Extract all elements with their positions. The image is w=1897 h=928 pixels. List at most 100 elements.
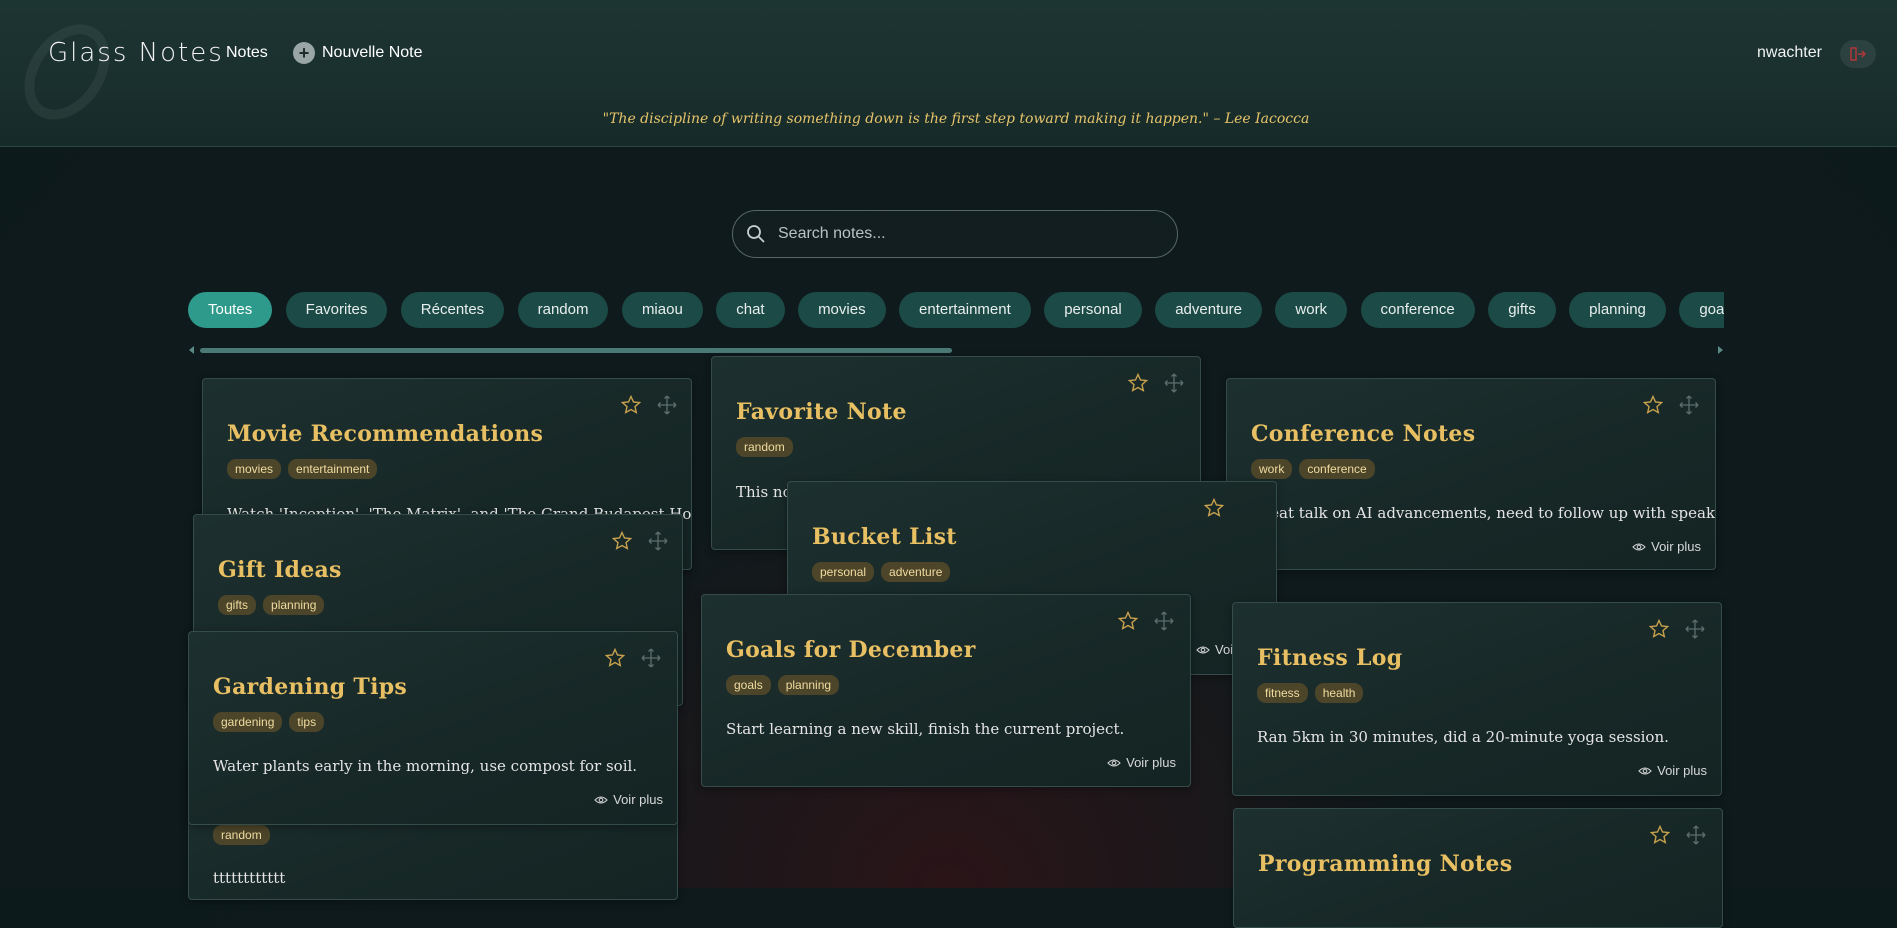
voir-plus-link[interactable]: Voir plus <box>1638 763 1707 778</box>
star-icon[interactable] <box>1204 498 1224 518</box>
filter-chip-random[interactable]: random <box>517 292 609 328</box>
note-card-gardening-tips[interactable]: Gardening Tips gardening tips Water plan… <box>188 631 678 825</box>
app-logo[interactable]: Glass Notes <box>48 38 224 68</box>
card-tags: random <box>213 825 270 845</box>
note-card-programming-notes[interactable]: Programming Notes <box>1233 808 1723 928</box>
filter-chip-conference[interactable]: conference <box>1360 292 1475 328</box>
tag[interactable]: gifts <box>218 595 257 615</box>
filter-chips: Toutes Favorites Récentes random miaou c… <box>188 292 1724 328</box>
drag-handle-icon[interactable] <box>1164 373 1184 393</box>
search-input[interactable] <box>776 224 1160 244</box>
card-body: Water plants early in the morning, use c… <box>213 757 638 775</box>
star-icon[interactable] <box>621 395 641 415</box>
tag[interactable]: work <box>1251 459 1293 479</box>
new-note-label: Nouvelle Note <box>322 44 423 61</box>
tag[interactable]: conference <box>1299 459 1375 479</box>
eye-icon <box>1196 645 1210 654</box>
filter-chip-movies[interactable]: movies <box>798 292 886 328</box>
star-icon[interactable] <box>1649 619 1669 639</box>
scroll-right-arrow[interactable] <box>1718 346 1723 354</box>
filter-chip-adventure[interactable]: adventure <box>1155 292 1262 328</box>
note-card-fitness-log[interactable]: Fitness Log fitness health Ran 5km in 30… <box>1232 602 1722 796</box>
tag[interactable]: random <box>736 437 793 457</box>
drag-handle-icon[interactable] <box>657 395 677 415</box>
tag[interactable]: tips <box>289 712 325 732</box>
voir-plus-link[interactable]: Voir plus <box>1632 539 1701 554</box>
note-card-conference-notes[interactable]: Conference Notes work conference Great t… <box>1226 378 1716 570</box>
drag-handle-icon[interactable] <box>648 531 668 551</box>
card-title: Favorite Note <box>736 399 907 425</box>
new-note-button[interactable]: + Nouvelle Note <box>293 42 423 64</box>
card-title: Gift Ideas <box>218 557 342 583</box>
tag[interactable]: adventure <box>881 562 951 582</box>
filter-chip-toutes[interactable]: Toutes <box>188 292 273 328</box>
plus-icon: + <box>293 42 315 64</box>
card-body: Start learning a new skill, finish the c… <box>726 720 1125 738</box>
star-icon[interactable] <box>1118 611 1138 631</box>
card-body: Great talk on AI advancements, need to f… <box>1251 504 1716 522</box>
card-title: Goals for December <box>726 637 976 663</box>
card-tags: work conference <box>1251 459 1375 479</box>
username: nwachter <box>1757 44 1822 61</box>
voir-plus-label: Voir plus <box>1657 763 1707 778</box>
star-icon[interactable] <box>1128 373 1148 393</box>
card-tags: goals planning <box>726 675 840 695</box>
card-title: Programming Notes <box>1258 851 1513 877</box>
logout-button[interactable] <box>1840 40 1876 68</box>
card-body: Ran 5km in 30 minutes, did a 20-minute y… <box>1257 728 1669 746</box>
drag-handle-icon[interactable] <box>1154 611 1174 631</box>
header-quote: "The discipline of writing something dow… <box>602 111 1310 127</box>
tag[interactable]: random <box>213 825 270 845</box>
filter-chip-chat[interactable]: chat <box>716 292 785 328</box>
voir-plus-link[interactable]: Voir plus <box>1107 755 1176 770</box>
tag[interactable]: personal <box>812 562 875 582</box>
tag[interactable]: planning <box>263 595 325 615</box>
filter-chip-planning[interactable]: planning <box>1569 292 1666 328</box>
eye-icon <box>1638 766 1652 775</box>
drag-handle-icon[interactable] <box>1686 825 1706 845</box>
star-icon[interactable] <box>612 531 632 551</box>
scroll-left-arrow[interactable] <box>189 346 194 354</box>
tag[interactable]: entertainment <box>288 459 378 479</box>
filter-chip-gifts[interactable]: gifts <box>1488 292 1556 328</box>
drag-handle-icon[interactable] <box>1679 395 1699 415</box>
top-header: Glass Notes Notes + Nouvelle Note nwacht… <box>0 0 1897 147</box>
tag[interactable]: planning <box>777 675 840 695</box>
filter-chip-work[interactable]: work <box>1275 292 1348 328</box>
drag-handle-icon[interactable] <box>641 648 661 668</box>
card-tags: random <box>736 437 793 457</box>
logout-icon <box>1850 47 1867 61</box>
card-tags: gardening tips <box>213 712 325 732</box>
card-title: Gardening Tips <box>213 674 408 700</box>
card-tags: gifts planning <box>218 595 325 615</box>
card-title: Movie Recommendations <box>227 421 544 447</box>
filter-chip-miaou[interactable]: miaou <box>621 292 703 328</box>
card-title: Conference Notes <box>1251 421 1476 447</box>
filter-chip-favorites[interactable]: Favorites <box>285 292 388 328</box>
note-card-goals-for-december[interactable]: Goals for December goals planning Start … <box>701 594 1191 787</box>
star-icon[interactable] <box>605 648 625 668</box>
filter-chip-personal[interactable]: personal <box>1044 292 1142 328</box>
tag[interactable]: fitness <box>1257 683 1308 703</box>
voir-plus-label: Voir plus <box>613 792 663 807</box>
card-title: Fitness Log <box>1257 645 1403 671</box>
eye-icon <box>1632 542 1646 551</box>
card-body: tttttttttttt <box>213 869 286 887</box>
filter-chip-entertainment[interactable]: entertainment <box>899 292 1031 328</box>
chips-scrollbar[interactable] <box>200 348 952 353</box>
card-tags: personal adventure <box>812 562 951 582</box>
star-icon[interactable] <box>1650 825 1670 845</box>
tag[interactable]: goals <box>726 675 771 695</box>
search-box[interactable] <box>732 210 1178 258</box>
star-icon[interactable] <box>1643 395 1663 415</box>
tag[interactable]: gardening <box>213 712 283 732</box>
drag-handle-icon[interactable] <box>1685 619 1705 639</box>
voir-plus-link[interactable]: Voir plus <box>594 792 663 807</box>
card-tags: movies entertainment <box>227 459 378 479</box>
nav-notes-link[interactable]: Notes <box>226 44 268 62</box>
voir-plus-label: Voir plus <box>1651 539 1701 554</box>
tag[interactable]: health <box>1314 683 1364 703</box>
filter-chip-recentes[interactable]: Récentes <box>400 292 505 328</box>
filter-chip-goals[interactable]: goals <box>1679 292 1724 328</box>
tag[interactable]: movies <box>227 459 282 479</box>
